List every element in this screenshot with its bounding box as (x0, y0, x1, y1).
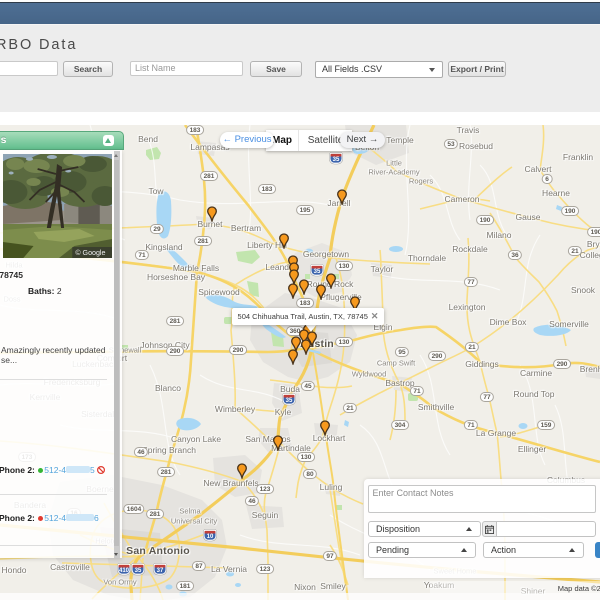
svg-text:© Google: © Google (75, 249, 105, 257)
